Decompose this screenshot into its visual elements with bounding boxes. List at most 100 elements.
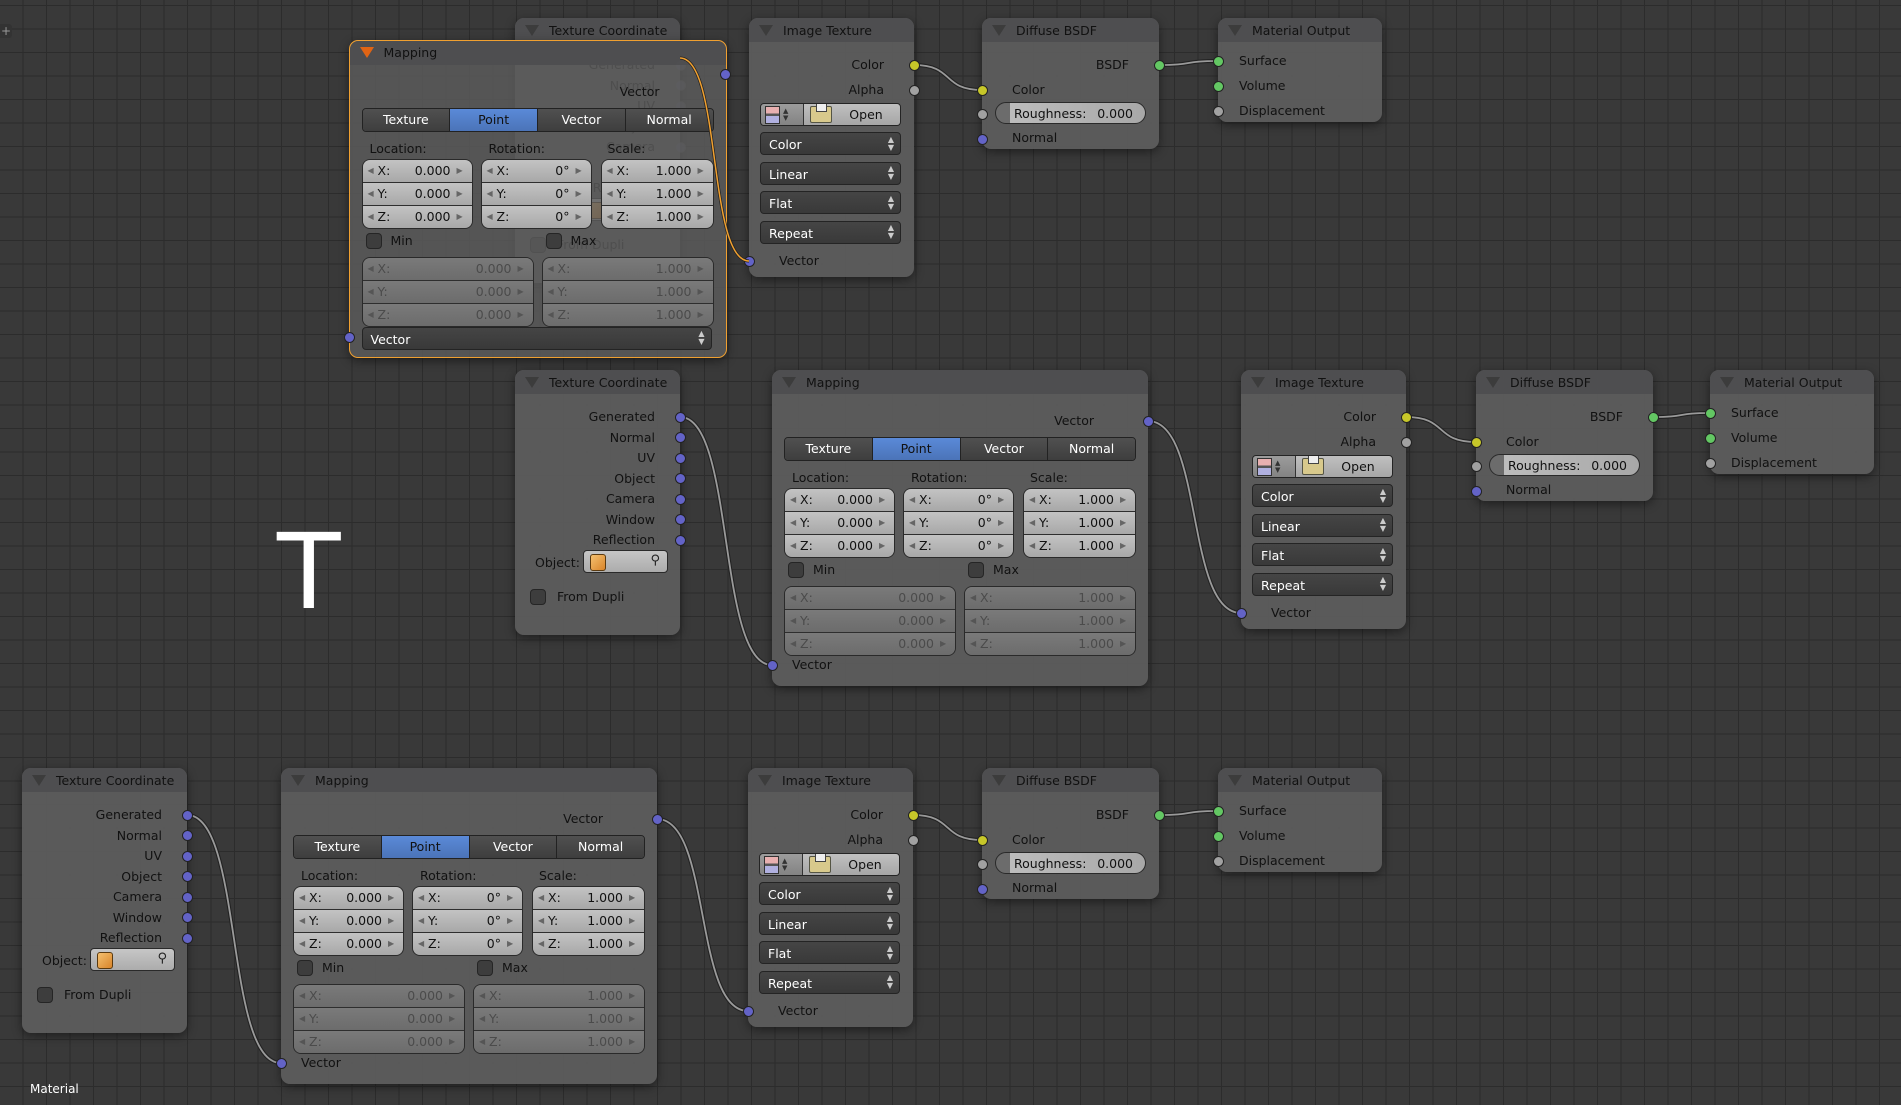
socket-vector-in[interactable] <box>1235 607 1247 619</box>
open-image-button[interactable]: Open <box>803 854 899 875</box>
projection-dropdown[interactable]: Flat ▲ ▼ <box>1252 543 1393 566</box>
socket-vector-out[interactable] <box>1142 415 1154 427</box>
vector-field-x[interactable]: ◀ X: 0.000 ▶ <box>294 985 464 1008</box>
socket-roughness-in[interactable] <box>976 858 988 870</box>
socket-uv[interactable] <box>674 452 686 464</box>
increment-arrow-icon[interactable]: ▶ <box>629 1008 639 1030</box>
tab-normal[interactable]: Normal <box>557 836 644 858</box>
socket-displacement-in[interactable] <box>1212 105 1224 117</box>
decrement-arrow-icon[interactable]: ◀ <box>538 910 548 932</box>
open-image-button[interactable]: Open <box>804 104 900 125</box>
node-header[interactable]: Image Texture <box>1241 370 1406 394</box>
increment-arrow-icon[interactable]: ▶ <box>629 985 639 1007</box>
decrement-arrow-icon[interactable]: ◀ <box>368 281 378 303</box>
node-header[interactable]: Mapping <box>772 370 1148 394</box>
increment-arrow-icon[interactable]: ▶ <box>576 206 586 228</box>
socket-window[interactable] <box>181 912 193 923</box>
object-field[interactable]: ⚲ <box>90 948 175 971</box>
vector-field-z[interactable]: ◀ Z: 1.000 ▶ <box>542 303 713 326</box>
decrement-arrow-icon[interactable]: ◀ <box>368 206 378 228</box>
node-header[interactable]: Material Output <box>1710 370 1874 394</box>
increment-arrow-icon[interactable]: ▶ <box>518 304 528 326</box>
socket-camera[interactable] <box>181 891 193 903</box>
socket-vector-in[interactable] <box>743 255 755 267</box>
vector-field-y[interactable]: ◀ Y: 0.000 ▶ <box>362 280 533 304</box>
node-header[interactable]: Mapping <box>281 768 657 792</box>
vector-field-y[interactable]: ◀ Y: 1.000 ▶ <box>1024 512 1135 535</box>
decrement-arrow-icon[interactable]: ◀ <box>299 910 309 932</box>
socket-alpha-out[interactable] <box>1400 436 1412 448</box>
collapse-triangle-icon[interactable] <box>359 47 374 58</box>
socket-object[interactable] <box>181 871 193 882</box>
vector-field-x[interactable]: ◀ X: 1.000 ▶ <box>474 985 644 1008</box>
vector-field-y[interactable]: ◀ Y: 0.000 ▶ <box>294 910 403 933</box>
decrement-arrow-icon[interactable]: ◀ <box>538 887 548 909</box>
vector-field-x[interactable]: ◀ X: 0.000 ▶ <box>362 159 472 183</box>
vector-field-x[interactable]: ◀ X: 1.000 ▶ <box>542 257 713 281</box>
collapse-triangle-icon[interactable] <box>992 774 1006 786</box>
increment-arrow-icon[interactable]: ▶ <box>879 489 889 511</box>
link-diffuse-output-middle[interactable] <box>1652 412 1711 418</box>
material-output-node-bottom[interactable]: Material Output Surface Volume Displacement <box>1212 768 1382 872</box>
decrement-arrow-icon[interactable]: ◀ <box>790 512 800 534</box>
tab-texture[interactable]: Texture <box>362 108 451 131</box>
vector-field-x[interactable]: ◀ X: 1.000 ▶ <box>533 887 644 910</box>
socket-normal[interactable] <box>181 830 193 841</box>
increment-arrow-icon[interactable]: ▶ <box>1120 489 1130 511</box>
vector-field-z[interactable]: ◀ Z: 1.000 ▶ <box>1024 535 1135 557</box>
socket-color-out[interactable] <box>907 809 919 821</box>
socket-volume-in[interactable] <box>1704 432 1716 444</box>
vector-field-x[interactable]: ◀ X: 0.000 ▶ <box>785 489 894 512</box>
decrement-arrow-icon[interactable]: ◀ <box>479 1031 489 1053</box>
image-texture-node-middle[interactable]: Image Texture Color Alpha ▲ ▼ Open Color ▲ ▼ Line… <box>1235 370 1412 629</box>
socket-surface-in[interactable] <box>1212 55 1224 67</box>
decrement-arrow-icon[interactable]: ◀ <box>607 160 617 182</box>
increment-arrow-icon[interactable]: ▶ <box>507 887 517 909</box>
node-header[interactable]: Texture Coordinate <box>22 768 187 792</box>
socket-color-in[interactable] <box>976 834 988 846</box>
decrement-arrow-icon[interactable]: ◀ <box>418 887 428 909</box>
decrement-arrow-icon[interactable]: ◀ <box>538 933 548 955</box>
diffuse-bsdf-node-top[interactable]: Diffuse BSDF BSDF Color Roughness: 0.000 Norm… <box>976 18 1165 149</box>
projection-dropdown[interactable]: Flat ▲ ▼ <box>759 941 900 964</box>
image-selector[interactable]: ▲ ▼ Open <box>1252 455 1393 478</box>
decrement-arrow-icon[interactable]: ◀ <box>970 610 980 632</box>
min-checkbox[interactable] <box>297 960 313 976</box>
vector-field-y[interactable]: ◀ Y: 0° ▶ <box>904 512 1013 535</box>
collapse-triangle-icon[interactable] <box>782 376 796 388</box>
socket-normal-in[interactable] <box>1470 485 1482 497</box>
increment-arrow-icon[interactable]: ▶ <box>507 910 517 932</box>
interpolation-dropdown[interactable]: Linear ▲ ▼ <box>759 911 900 935</box>
increment-arrow-icon[interactable]: ▶ <box>879 535 889 557</box>
decrement-arrow-icon[interactable]: ◀ <box>368 304 378 326</box>
decrement-arrow-icon[interactable]: ◀ <box>487 183 497 205</box>
link-mapping-imagetexture-bottom[interactable] <box>656 818 749 1012</box>
increment-arrow-icon[interactable]: ▶ <box>698 281 708 303</box>
vector-field-y[interactable]: ◀ Y: 1.000 ▶ <box>542 280 713 304</box>
collapse-triangle-icon[interactable] <box>32 774 46 786</box>
mapping-node-top[interactable]: Mapping Vector Texture Point Vector Normal Loc… <box>344 39 731 358</box>
collapse-triangle-icon[interactable] <box>1228 24 1242 36</box>
increment-arrow-icon[interactable]: ▶ <box>940 633 950 655</box>
decrement-arrow-icon[interactable]: ◀ <box>548 258 558 280</box>
increment-arrow-icon[interactable]: ▶ <box>998 535 1008 557</box>
increment-arrow-icon[interactable]: ▶ <box>629 933 639 955</box>
vector-field-x[interactable]: ◀ X: 0° ▶ <box>481 159 591 183</box>
mapping-node-middle[interactable]: Mapping Vector Texture Point Vector Normal Loc… <box>766 370 1154 686</box>
tab-normal[interactable]: Normal <box>1048 438 1135 460</box>
increment-arrow-icon[interactable]: ▶ <box>698 258 708 280</box>
socket-volume-in[interactable] <box>1212 80 1224 92</box>
increment-arrow-icon[interactable]: ▶ <box>507 933 517 955</box>
increment-arrow-icon[interactable]: ▶ <box>576 160 586 182</box>
socket-color-in[interactable] <box>1470 436 1482 448</box>
increment-arrow-icon[interactable]: ▶ <box>629 1031 639 1053</box>
increment-arrow-icon[interactable]: ▶ <box>698 304 708 326</box>
socket-generated[interactable] <box>181 809 193 821</box>
vector-field-z[interactable]: ◀ Z: 1.000 ▶ <box>601 205 713 228</box>
decrement-arrow-icon[interactable]: ◀ <box>970 633 980 655</box>
node-header[interactable]: Texture Coordinate <box>515 18 680 42</box>
vector-field-y[interactable]: ◀ Y: 1.000 ▶ <box>533 910 644 933</box>
vector-field-y[interactable]: ◀ Y: 0° ▶ <box>413 910 522 933</box>
increment-arrow-icon[interactable]: ▶ <box>457 160 467 182</box>
increment-arrow-icon[interactable]: ▶ <box>998 489 1008 511</box>
